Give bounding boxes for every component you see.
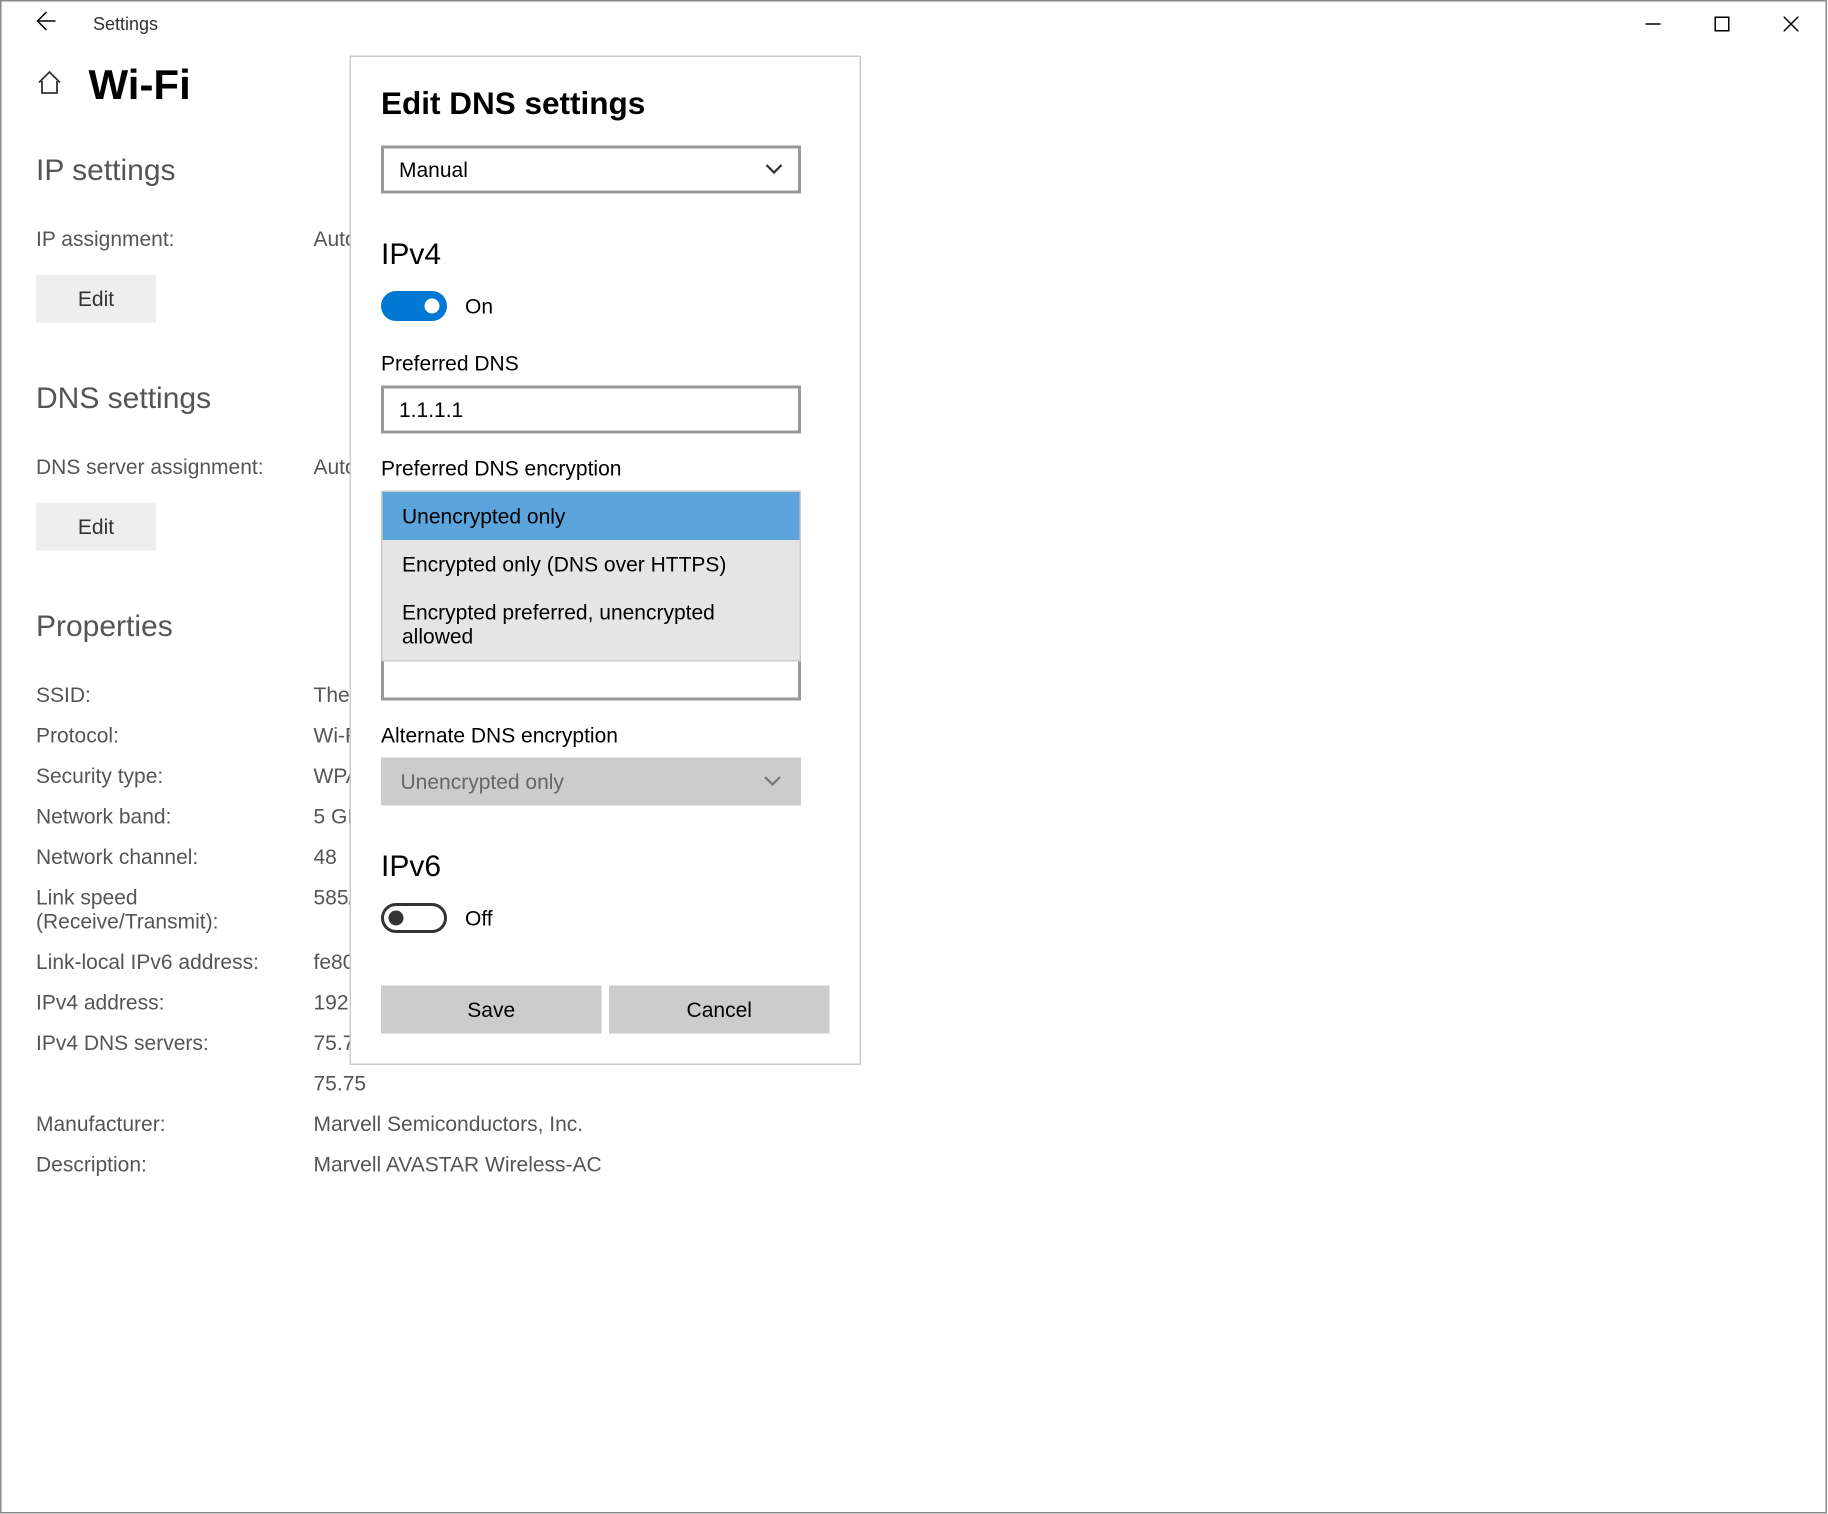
maximize-button[interactable]: [1688, 2, 1757, 47]
property-value: 585/: [314, 885, 355, 933]
preferred-dns-label: Preferred DNS: [381, 351, 830, 375]
window-title: Settings: [93, 14, 158, 35]
ip-assignment-label: IP assignment:: [36, 227, 314, 251]
preferred-dns-input[interactable]: 1.1.1.1: [381, 386, 801, 434]
alternate-encryption-label: Alternate DNS encryption: [381, 723, 830, 747]
property-label: Protocol:: [36, 723, 314, 747]
preferred-encryption-field-behind: [381, 662, 801, 701]
ipv4-heading: IPv4: [381, 239, 830, 274]
property-row: 75.75: [36, 1071, 1791, 1095]
property-value: fe80: [314, 950, 355, 974]
chevron-down-icon: [765, 159, 783, 180]
property-row: SSID:The: [36, 683, 1791, 707]
dns-mode-select[interactable]: Manual: [381, 146, 801, 194]
dns-assignment-label: DNS server assignment:: [36, 455, 314, 479]
property-row: Link-local IPv6 address:fe80: [36, 950, 1791, 974]
property-label: [36, 1071, 314, 1095]
ip-settings-heading: IP settings: [36, 155, 1791, 190]
property-label: Manufacturer:: [36, 1112, 314, 1136]
property-row: Description:Marvell AVASTAR Wireless-AC: [36, 1152, 1791, 1176]
home-icon[interactable]: [36, 68, 63, 103]
property-label: Description:: [36, 1152, 314, 1176]
property-row: Manufacturer:Marvell Semiconductors, Inc…: [36, 1112, 1791, 1136]
property-row: Network band:5 GH: [36, 804, 1791, 828]
page-title: Wi-Fi: [89, 62, 191, 110]
property-label: IPv4 address:: [36, 990, 314, 1014]
property-value: Marvell Semiconductors, Inc.: [314, 1112, 584, 1136]
dropdown-option-encrypted-preferred[interactable]: Encrypted preferred, unencrypted allowed: [383, 588, 800, 660]
cancel-button[interactable]: Cancel: [609, 986, 830, 1034]
back-button[interactable]: [32, 8, 56, 40]
dropdown-option-unencrypted[interactable]: Unencrypted only: [383, 492, 800, 540]
property-row: Protocol:Wi-F: [36, 723, 1791, 747]
properties-heading: Properties: [36, 611, 1791, 646]
ipv4-toggle-label: On: [465, 294, 493, 318]
ipv4-toggle[interactable]: [381, 291, 447, 321]
ip-edit-button[interactable]: Edit: [36, 275, 156, 323]
property-row: IPv4 address:192.1: [36, 990, 1791, 1014]
save-button[interactable]: Save: [381, 986, 602, 1034]
property-label: Network band:: [36, 804, 314, 828]
dns-edit-button[interactable]: Edit: [36, 503, 156, 551]
edit-dns-dialog: Edit DNS settings Manual IPv4 On Preferr…: [350, 56, 862, 1066]
preferred-encryption-label: Preferred DNS encryption: [381, 456, 830, 480]
property-label: Link speed (Receive/Transmit):: [36, 885, 314, 933]
property-value: 48: [314, 845, 337, 869]
property-row: Link speed (Receive/Transmit):585/: [36, 885, 1791, 933]
alternate-encryption-select: Unencrypted only: [381, 758, 801, 806]
dialog-title: Edit DNS settings: [381, 87, 830, 123]
ipv6-heading: IPv6: [381, 851, 830, 886]
property-row: IPv4 DNS servers:75.75: [36, 1031, 1791, 1055]
ipv6-toggle[interactable]: [381, 903, 447, 933]
property-row: Network channel:48: [36, 845, 1791, 869]
chevron-down-icon: [764, 771, 782, 792]
property-label: SSID:: [36, 683, 314, 707]
ipv6-toggle-label: Off: [465, 906, 493, 930]
property-label: IPv4 DNS servers:: [36, 1031, 314, 1055]
preferred-encryption-dropdown[interactable]: Unencrypted only Encrypted only (DNS ove…: [381, 491, 801, 662]
property-row: Security type:WPA: [36, 764, 1791, 788]
dns-settings-heading: DNS settings: [36, 383, 1791, 418]
property-value: 75.75: [314, 1071, 367, 1095]
dns-mode-value: Manual: [399, 158, 468, 182]
property-value: Marvell AVASTAR Wireless-AC: [314, 1152, 602, 1176]
close-button[interactable]: [1757, 2, 1826, 47]
property-value: The: [314, 683, 350, 707]
minimize-button[interactable]: [1619, 2, 1688, 47]
property-label: Link-local IPv6 address:: [36, 950, 314, 974]
property-label: Network channel:: [36, 845, 314, 869]
property-label: Security type:: [36, 764, 314, 788]
dropdown-option-encrypted-only[interactable]: Encrypted only (DNS over HTTPS): [383, 540, 800, 588]
